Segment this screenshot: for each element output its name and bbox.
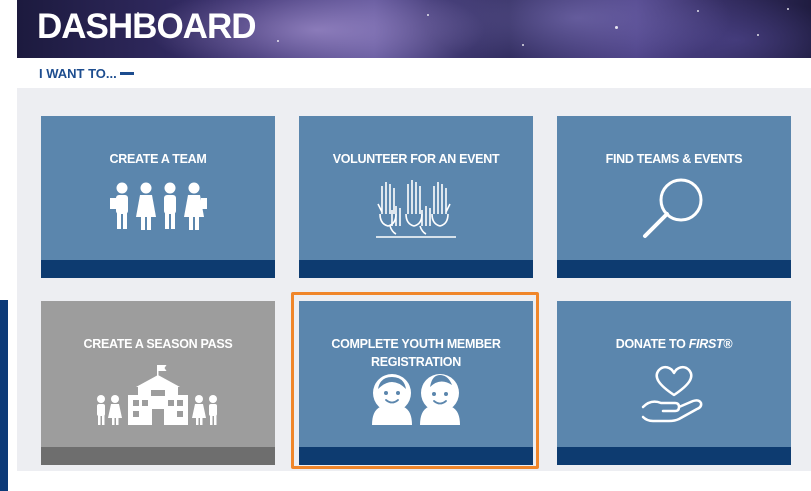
- minus-icon: [119, 72, 134, 75]
- tile-complete-youth-member-registration[interactable]: COMPLETE YOUTH MEMBER REGISTRATION: [299, 301, 533, 465]
- tile-label: DONATE TO FIRST®: [563, 335, 785, 353]
- tile-donate-to-first[interactable]: DONATE TO FIRST®: [557, 301, 791, 465]
- page-title: DASHBOARD: [37, 7, 256, 46]
- magnifier-icon: [643, 178, 703, 238]
- heart-hand-icon: [641, 365, 703, 423]
- tile-create-a-team[interactable]: CREATE A TEAM: [41, 116, 275, 278]
- tile-label: FIND TEAMS & EVENTS: [605, 152, 743, 166]
- banner-star: [787, 8, 789, 10]
- tile-label: CREATE A TEAM: [109, 152, 207, 166]
- tile-stripe: [41, 447, 275, 465]
- raised-hands-icon: [376, 180, 456, 238]
- tile-label: COMPLETE YOUTH MEMBER REGISTRATION: [331, 337, 501, 369]
- tile-find-teams-and-events[interactable]: FIND TEAMS & EVENTS: [557, 116, 791, 278]
- tile-create-a-season-pass[interactable]: CREATE A SEASON PASS: [41, 301, 275, 465]
- banner-star: [522, 44, 524, 46]
- banner-star: [427, 14, 429, 16]
- tile-stripe: [557, 447, 791, 465]
- tile-volunteer-for-an-event[interactable]: VOLUNTEER FOR AN EVENT: [299, 116, 533, 278]
- tile-label: VOLUNTEER FOR AN EVENT: [332, 152, 500, 166]
- banner-star: [615, 26, 618, 29]
- school-building-icon: [97, 365, 217, 425]
- menu-toggle-label: I WANT TO...: [39, 66, 117, 81]
- tile-stripe: [557, 260, 791, 278]
- tile-stripe: [41, 260, 275, 278]
- banner-star: [277, 40, 279, 42]
- donate-label-brand: FIRST: [688, 337, 724, 351]
- donate-label-suffix: ®: [723, 337, 733, 351]
- banner-star: [757, 34, 759, 36]
- team-people-icon: [110, 182, 207, 230]
- youth-faces-icon: [372, 374, 460, 425]
- i-want-to-menu-toggle[interactable]: I WANT TO...: [39, 66, 134, 81]
- left-accent-bar: [0, 300, 8, 491]
- tile-stripe: [299, 260, 533, 278]
- tile-label: CREATE A SEASON PASS: [83, 337, 233, 351]
- action-menu-bar: I WANT TO...: [17, 58, 811, 88]
- banner-star: [697, 10, 699, 12]
- tile-stripe: [299, 447, 533, 465]
- donate-label-prefix: DONATE TO: [615, 337, 689, 351]
